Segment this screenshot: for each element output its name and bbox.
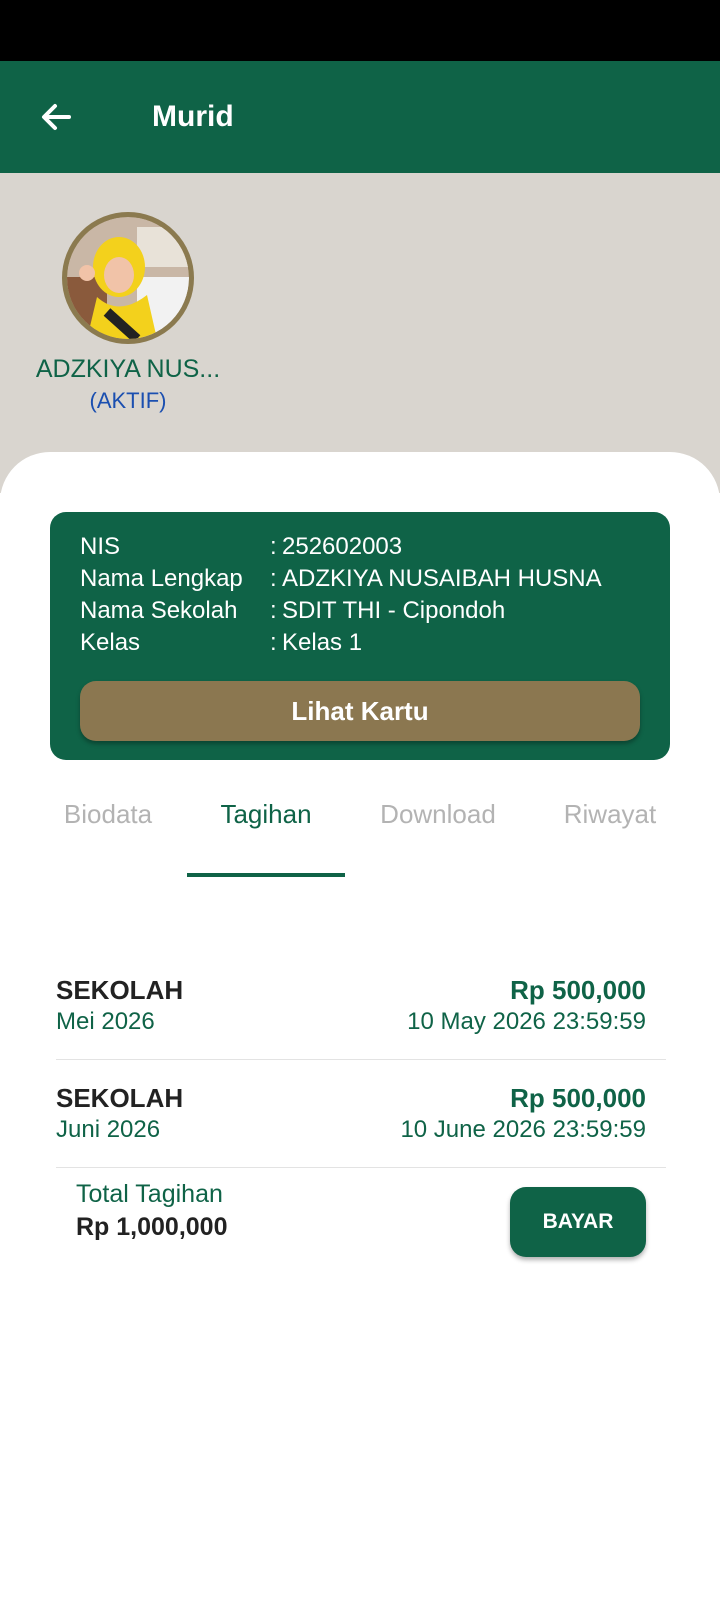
- pay-button[interactable]: BAYAR: [510, 1187, 646, 1257]
- info-label: Kelas: [80, 629, 141, 656]
- info-separator: :: [270, 597, 277, 624]
- tab-download[interactable]: Download: [358, 792, 518, 872]
- bill-item[interactable]: SEKOLAH Mei 2026 Rp 500,000 10 May 2026 …: [56, 972, 666, 1078]
- profile-header: ADZKIYA NUS... (AKTIF): [0, 173, 720, 493]
- info-separator: :: [270, 629, 277, 656]
- divider: [56, 1059, 666, 1060]
- info-separator: :: [270, 565, 277, 592]
- bill-period: Mei 2026: [56, 1008, 155, 1035]
- info-row-nis: NIS:252602003: [80, 532, 402, 562]
- total-label: Total Tagihan: [76, 1180, 223, 1208]
- bill-item[interactable]: SEKOLAH Juni 2026 Rp 500,000 10 June 202…: [56, 1080, 666, 1186]
- active-tab-indicator: [187, 873, 345, 877]
- total-value: Rp 1,000,000: [76, 1213, 228, 1241]
- arrow-left-icon: [42, 104, 71, 130]
- page-title: Murid: [152, 100, 234, 133]
- tab-bar: Biodata Tagihan Download Riwayat: [0, 792, 720, 872]
- info-label: NIS: [80, 533, 121, 560]
- info-separator: :: [270, 533, 277, 560]
- avatar[interactable]: [62, 212, 194, 344]
- status-bar: [0, 0, 720, 61]
- student-photo: [67, 217, 189, 339]
- info-value: SDIT THI - Cipondoh: [282, 597, 506, 624]
- bill-amount: Rp 500,000: [510, 975, 646, 1005]
- info-row-school: Nama Sekolah: SDIT THI - Cipondoh: [80, 596, 505, 626]
- view-card-button[interactable]: Lihat Kartu: [80, 681, 640, 741]
- tab-riwayat[interactable]: Riwayat: [540, 792, 680, 872]
- app-bar: Murid: [0, 61, 720, 173]
- content-sheet: NIS:252602003 Nama Lengkap: ADZKIYA NUSAI…: [0, 452, 720, 1600]
- bill-due-date: 10 May 2026 23:59:59: [407, 1008, 646, 1035]
- student-status: (AKTIF): [89, 388, 167, 413]
- info-value: Kelas 1: [282, 629, 363, 656]
- bill-period: Juni 2026: [56, 1116, 161, 1143]
- back-button[interactable]: [34, 95, 78, 139]
- bill-amount: Rp 500,000: [510, 1083, 646, 1113]
- info-value: 252602003: [282, 533, 403, 560]
- tab-biodata[interactable]: Biodata: [40, 792, 176, 872]
- bill-title: SEKOLAH: [56, 1083, 184, 1113]
- info-label: Nama Lengkap: [80, 565, 243, 592]
- bill-title: SEKOLAH: [56, 975, 184, 1005]
- info-label: Nama Sekolah: [80, 597, 238, 624]
- student-info-card: NIS:252602003 Nama Lengkap: ADZKIYA NUSAI…: [50, 512, 670, 760]
- info-row-class: Kelas: Kelas 1: [80, 628, 362, 658]
- info-value: ADZKIYA NUSAIBAH HUSNA: [282, 565, 602, 592]
- info-row-full-name: Nama Lengkap: ADZKIYA NUSAIBAH HUSNA: [80, 564, 602, 594]
- divider: [56, 1167, 666, 1168]
- tab-tagihan[interactable]: Tagihan: [187, 792, 345, 872]
- bill-due-date: 10 June 2026 23:59:59: [400, 1116, 646, 1143]
- student-name: ADZKIYA NUS...: [35, 355, 221, 383]
